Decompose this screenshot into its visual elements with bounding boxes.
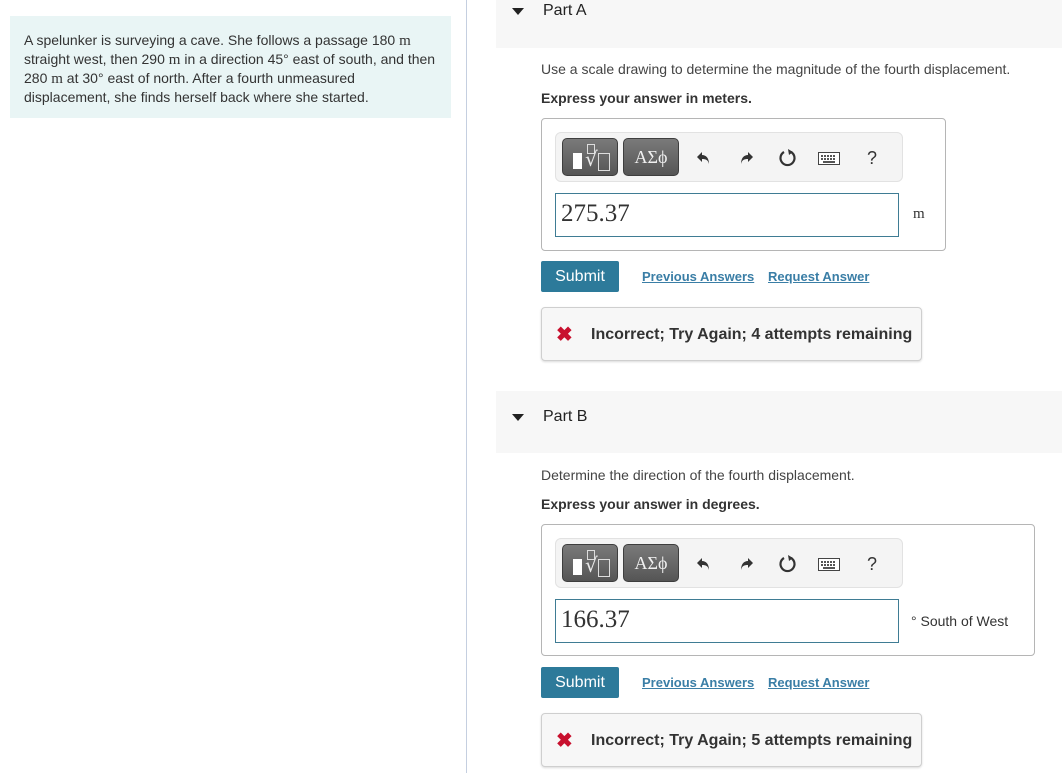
radical-glyph: √ <box>585 553 598 577</box>
problem-statement: A spelunker is surveying a cave. She fol… <box>10 16 451 118</box>
part-a-title: Part A <box>543 2 587 19</box>
part-b-previous-answers-link[interactable]: Previous Answers <box>642 675 754 690</box>
redo-icon[interactable] <box>735 553 757 575</box>
square-root-template-icon <box>573 153 582 169</box>
template-radicand-box <box>598 559 610 577</box>
keyboard-icon[interactable] <box>818 147 840 169</box>
unit-symbol: m <box>168 52 181 68</box>
part-b-instruction: Express your answer in degrees. <box>541 496 760 512</box>
part-b-feedback: ✖ Incorrect; Try Again; 5 attempts remai… <box>541 713 922 767</box>
part-a-answer-box: √ ΑΣϕ ? 275.37 m <box>541 118 946 251</box>
part-a-unit: m <box>913 206 925 222</box>
part-a-feedback: ✖ Incorrect; Try Again; 4 attempts remai… <box>541 307 922 361</box>
part-b-answer-box: √ ΑΣϕ ? 166.37 ° South of West <box>541 524 1035 656</box>
undo-icon[interactable] <box>693 147 715 169</box>
part-a-request-answer-link[interactable]: Request Answer <box>768 269 869 284</box>
symbols-button[interactable]: ΑΣϕ <box>623 544 679 582</box>
undo-icon[interactable] <box>693 553 715 575</box>
part-a-previous-answers-link[interactable]: Previous Answers <box>642 269 754 284</box>
problem-seg: straight west, then 290 <box>24 51 169 67</box>
feedback-message: Incorrect; Try Again; 4 attempts remaini… <box>591 326 913 343</box>
keyboard-icon[interactable] <box>818 553 840 575</box>
math-toolbar: √ ΑΣϕ ? <box>555 538 903 588</box>
templates-button[interactable]: √ <box>562 544 618 582</box>
square-root-template-icon <box>573 559 582 575</box>
part-a-prompt: Use a scale drawing to determine the mag… <box>541 61 1011 77</box>
template-radicand-box <box>598 153 610 171</box>
part-a-instruction: Express your answer in meters. <box>541 90 752 106</box>
unit-symbol: m <box>51 71 63 87</box>
incorrect-x-icon: ✖ <box>556 324 573 346</box>
part-a-header[interactable]: Part A <box>496 0 1062 48</box>
part-a-answer-input[interactable]: 275.37 <box>555 193 899 237</box>
help-button[interactable]: ? <box>861 553 883 575</box>
part-b-title: Part B <box>543 408 588 425</box>
collapse-caret-icon[interactable] <box>512 414 524 421</box>
collapse-caret-icon[interactable] <box>512 8 524 15</box>
column-divider <box>466 0 467 773</box>
problem-seg: A spelunker is surveying a cave. She fol… <box>24 32 400 48</box>
part-b-submit-button[interactable]: Submit <box>541 667 619 698</box>
templates-button[interactable]: √ <box>562 138 618 176</box>
math-toolbar: √ ΑΣϕ ? <box>555 132 903 182</box>
reset-icon[interactable] <box>777 553 799 575</box>
problem-seg: at 30° east of north. After a fourth unm… <box>24 70 369 105</box>
unit-symbol: m <box>399 33 411 49</box>
reset-icon[interactable] <box>777 147 799 169</box>
feedback-message: Incorrect; Try Again; 5 attempts remaini… <box>591 732 913 749</box>
part-b-header[interactable]: Part B <box>496 391 1062 453</box>
part-b-unit: ° South of West <box>911 613 1009 629</box>
part-b-prompt: Determine the direction of the fourth di… <box>541 467 855 483</box>
part-a-submit-button[interactable]: Submit <box>541 261 619 292</box>
part-b-request-answer-link[interactable]: Request Answer <box>768 675 869 690</box>
incorrect-x-icon: ✖ <box>556 730 573 752</box>
symbols-button[interactable]: ΑΣϕ <box>623 138 679 176</box>
help-button[interactable]: ? <box>861 147 883 169</box>
radical-glyph: √ <box>585 147 598 171</box>
redo-icon[interactable] <box>735 147 757 169</box>
part-b-answer-input[interactable]: 166.37 <box>555 599 899 643</box>
